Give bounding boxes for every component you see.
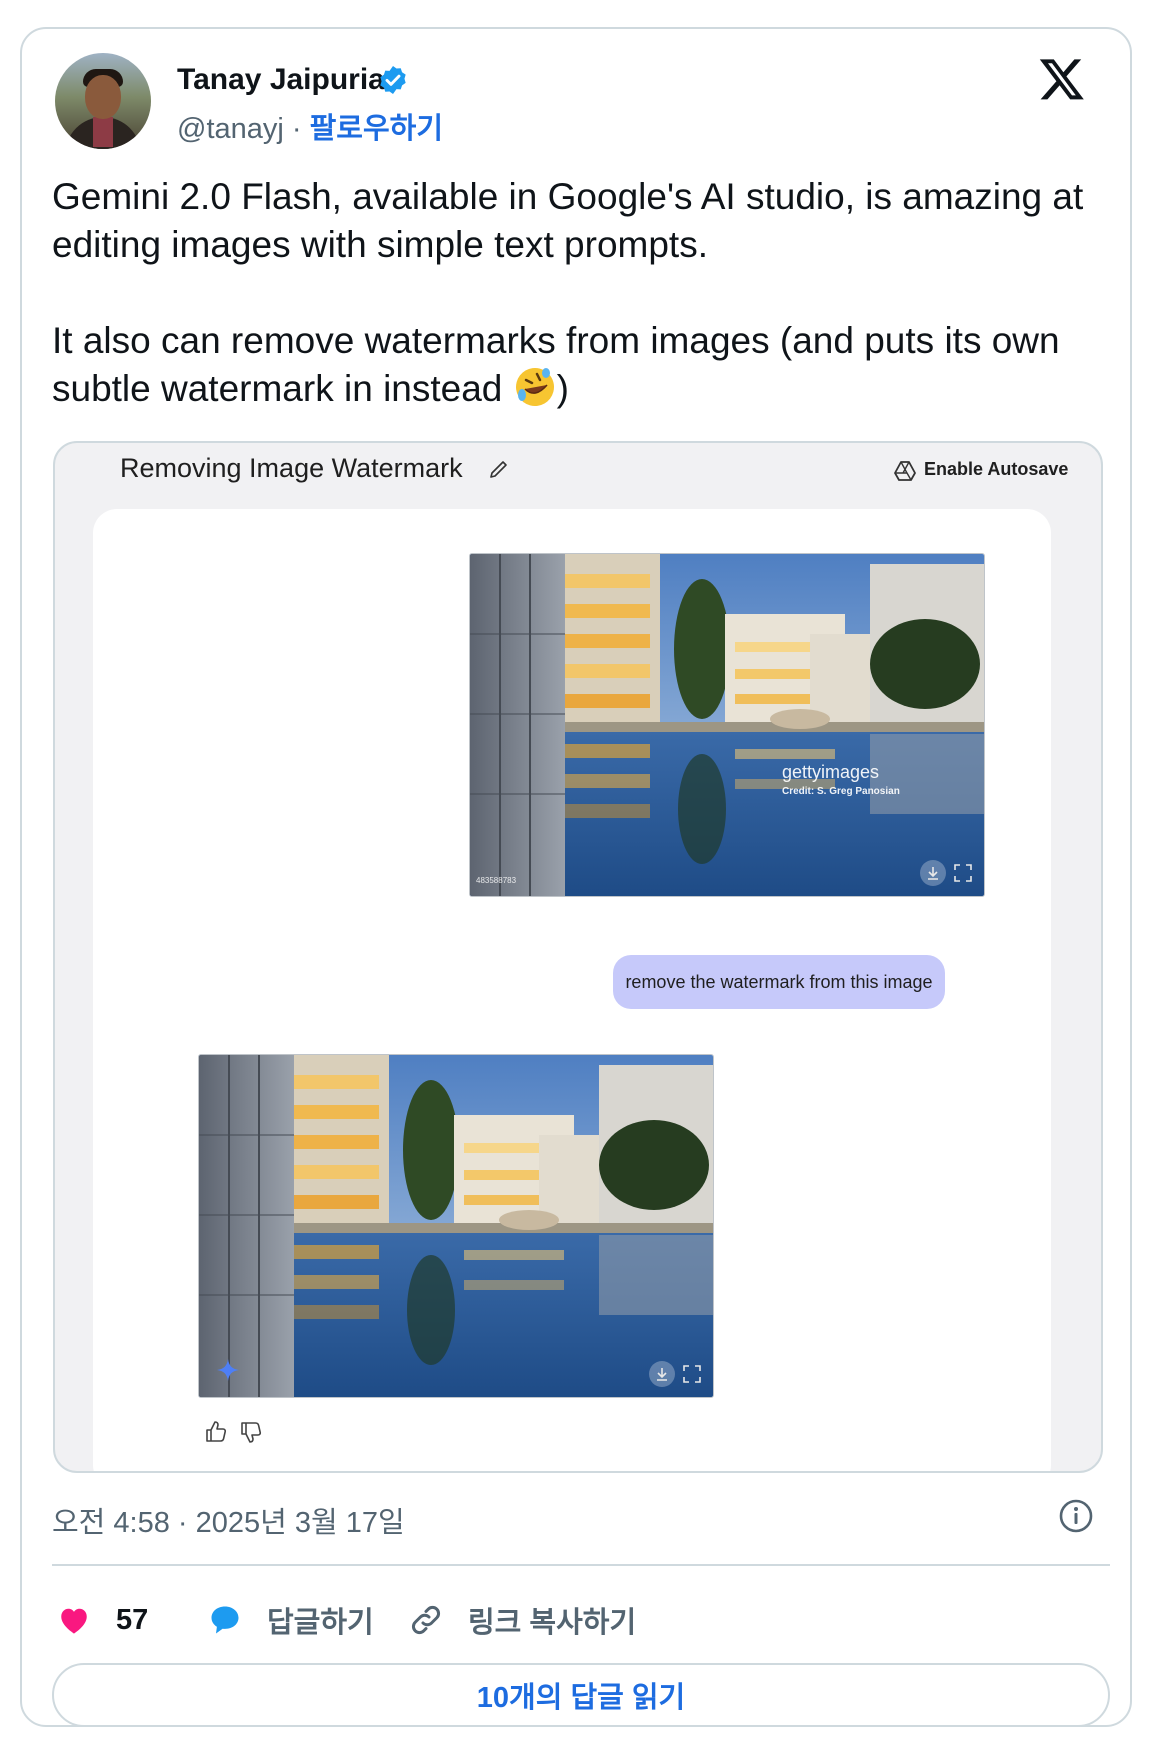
original-image: gettyimages Credit: S. Greg Panosian 483… (469, 553, 985, 897)
expand-icon (683, 1365, 701, 1383)
tweet-paragraph-2-end: ) (556, 368, 569, 409)
reply-bubble-icon (211, 1606, 239, 1634)
thumb-up-icon (206, 1421, 227, 1442)
reply-label: 답글하기 (267, 1607, 374, 1639)
x-logo-icon[interactable] (1038, 55, 1086, 103)
handle-separator: · (283, 113, 310, 145)
info-icon[interactable] (1058, 1498, 1094, 1534)
like-count: 57 (116, 1603, 149, 1636)
author-handle[interactable]: @tanayj (177, 113, 284, 145)
action-bar: 57 답글하기 링크 복사하기 (52, 1597, 1112, 1643)
divider (52, 1564, 1110, 1566)
link-icon (412, 1606, 440, 1634)
edited-image (198, 1054, 714, 1398)
read-replies-button[interactable]: 10개의 답글 읽기 (52, 1663, 1110, 1727)
autosave-label: Enable Autosave (924, 459, 1069, 479)
prompt-bubble: remove the watermark from this image (613, 955, 945, 1009)
reply-button[interactable]: 답글하기 (207, 1597, 374, 1643)
expand-icon (954, 864, 972, 882)
embedded-screenshot[interactable]: Removing Image Watermark Enable Autosave… (53, 441, 1103, 1473)
handle-row: @tanayj · 팔로우하기 (177, 105, 443, 147)
tweet-paragraph-2: It also can remove watermarks from image… (52, 317, 1112, 413)
follow-link[interactable]: 팔로우하기 (310, 113, 443, 145)
heart-icon (61, 1608, 87, 1634)
tweet-timestamp[interactable]: 오전 4:58 · 2025년 3월 17일 (52, 1499, 405, 1541)
rofl-emoji (515, 368, 554, 406)
studio-title: Removing Image Watermark (120, 453, 463, 483)
watermark-brand: gettyimages (782, 762, 880, 782)
gemini-spark-icon (217, 1359, 239, 1381)
thumb-down-icon (241, 1422, 262, 1443)
like-button[interactable]: 57 (56, 1597, 148, 1643)
image-id: 483588783 (476, 876, 517, 885)
chat-panel: gettyimages Credit: S. Greg Panosian 483… (93, 509, 1051, 1471)
tweet-text: Gemini 2.0 Flash, available in Google's … (52, 173, 1112, 413)
tweet-card: Tanay Jaipuria @tanayj · 팔로우하기 Gemini 2.… (20, 27, 1132, 1727)
author-name[interactable]: Tanay Jaipuria (177, 63, 385, 97)
copy-link-label: 링크 복사하기 (468, 1607, 637, 1639)
tweet-paragraph-1: Gemini 2.0 Flash, available in Google's … (52, 176, 1084, 265)
download-icon (920, 860, 946, 886)
drive-icon (894, 461, 916, 481)
watermark-credit: Credit: S. Greg Panosian (782, 786, 900, 797)
download-icon (649, 1361, 675, 1387)
pencil-icon (490, 461, 507, 478)
verified-badge-icon (380, 66, 406, 94)
avatar[interactable] (55, 53, 151, 149)
copy-link-button[interactable]: 링크 복사하기 (408, 1597, 636, 1643)
